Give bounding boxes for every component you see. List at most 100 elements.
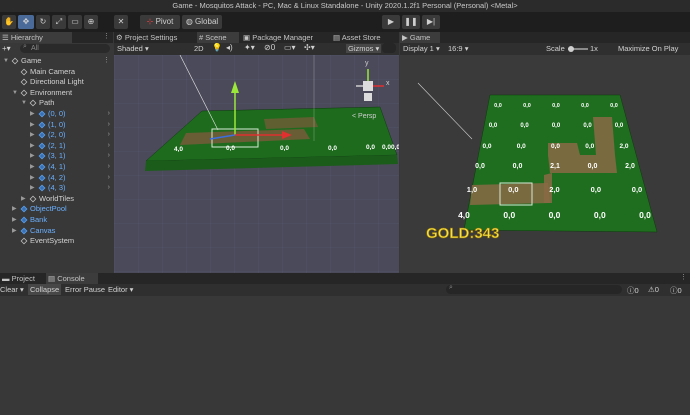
shading-mode-dropdown[interactable]: Shaded ▾ bbox=[117, 44, 149, 53]
hierarchy-item[interactable]: ▶ (4, 1) › bbox=[0, 162, 113, 172]
tab-scene[interactable]: # Scene bbox=[197, 32, 239, 43]
scene-menu-icon[interactable]: ⋮ bbox=[103, 56, 110, 66]
scale-slider-thumb[interactable] bbox=[568, 46, 574, 52]
game-viewport[interactable]: 0,0 0,0 0,0 0,0 0,0 0,0 0,0 0,0 0,0 0,0 0,0 0,0 0,0 0… bbox=[400, 55, 690, 273]
hierarchy-item[interactable]: ▼ Environment bbox=[0, 88, 113, 98]
maximize-on-play-toggle[interactable]: Maximize On Play bbox=[618, 44, 678, 53]
tab-game[interactable]: ▶ Game bbox=[400, 32, 440, 43]
collapse-arrow-icon[interactable]: ▶ bbox=[30, 151, 35, 161]
prefab-open-icon[interactable]: › bbox=[108, 162, 110, 172]
pause-button[interactable]: ❚❚ bbox=[402, 15, 420, 29]
collapse-arrow-icon[interactable]: ▶ bbox=[12, 226, 17, 236]
console-log-area[interactable] bbox=[0, 296, 690, 415]
expand-arrow-icon[interactable]: ▼ bbox=[12, 88, 18, 98]
collapse-arrow-icon[interactable]: ▶ bbox=[12, 204, 17, 214]
scale-tool-button[interactable]: ⤢ bbox=[52, 15, 66, 29]
scene-search-field[interactable] bbox=[382, 43, 396, 53]
prefab-open-icon[interactable]: › bbox=[108, 151, 110, 161]
step-button[interactable]: ▶| bbox=[422, 15, 440, 29]
hierarchy-item[interactable]: Directional Light bbox=[0, 77, 113, 87]
error-count-toggle[interactable]: ⓘ0 bbox=[670, 285, 682, 296]
tab-console[interactable]: ▤ Console bbox=[46, 273, 98, 284]
prefab-cube-icon bbox=[38, 152, 46, 160]
hierarchy-item[interactable]: ▶ Bank bbox=[0, 215, 113, 225]
game-tile-label: 0,0 bbox=[610, 103, 618, 109]
prefab-open-icon[interactable]: › bbox=[108, 120, 110, 130]
hierarchy-item[interactable]: ▼ Game ⋮ bbox=[0, 56, 113, 66]
tab-project[interactable]: ▬ Project bbox=[0, 273, 46, 284]
collapse-toggle[interactable]: Collapse bbox=[28, 284, 62, 295]
hierarchy-item[interactable]: ▶ (0, 0) › bbox=[0, 109, 113, 119]
hierarchy-item[interactable]: ▶ (4, 2) › bbox=[0, 173, 113, 183]
custom-tool-button[interactable]: ✕ bbox=[114, 15, 128, 29]
hierarchy-item[interactable]: EventSystem bbox=[0, 236, 113, 246]
prefab-cube-icon bbox=[38, 142, 46, 150]
rect-tool-button[interactable]: ▭ bbox=[68, 15, 82, 29]
collapse-arrow-icon[interactable]: ▶ bbox=[30, 162, 35, 172]
hand-tool-button[interactable]: ✋ bbox=[2, 15, 16, 29]
prefab-open-icon[interactable]: › bbox=[108, 130, 110, 140]
hierarchy-item-label: (0, 0) bbox=[48, 109, 66, 118]
bottom-panel: ▬ Project ▤ Console ⋮ Clear ▾ Collapse E… bbox=[0, 273, 690, 415]
panel-menu-icon[interactable]: ⋮ bbox=[680, 273, 687, 281]
hierarchy-item-label: (4, 2) bbox=[48, 172, 66, 182]
collapse-arrow-icon[interactable]: ▶ bbox=[21, 194, 26, 204]
hierarchy-item[interactable]: ▶ (2, 0) › bbox=[0, 130, 113, 140]
error-pause-toggle[interactable]: Error Pause bbox=[65, 285, 105, 294]
tab-asset-store[interactable]: ▤ Asset Store bbox=[331, 32, 393, 43]
hierarchy-item[interactable]: ▶ (4, 3) › bbox=[0, 183, 113, 193]
create-button[interactable]: +▾ bbox=[2, 44, 18, 53]
warning-count-toggle[interactable]: ⚠0 bbox=[648, 285, 659, 294]
console-search-field[interactable]: ⌕ bbox=[446, 284, 622, 294]
move-tool-button[interactable]: ✥ bbox=[18, 15, 34, 29]
effects-icon[interactable]: ✦▾ bbox=[244, 43, 255, 52]
aspect-dropdown[interactable]: 16:9 ▾ bbox=[448, 44, 468, 53]
hierarchy-item[interactable]: ▼ Path bbox=[0, 98, 113, 108]
transform-tool-button[interactable]: ⊕ bbox=[84, 15, 98, 29]
tools-icon[interactable]: ✣▾ bbox=[304, 43, 315, 52]
hierarchy-item[interactable]: ▶ (2, 1) › bbox=[0, 141, 113, 151]
hierarchy-item[interactable]: ▶ Canvas bbox=[0, 226, 113, 236]
rotate-tool-button[interactable]: ↻ bbox=[36, 15, 50, 29]
prefab-open-icon[interactable]: › bbox=[108, 109, 110, 119]
panel-menu-icon[interactable]: ⋮ bbox=[103, 32, 110, 40]
info-count-toggle[interactable]: ⓘ0 bbox=[627, 285, 639, 296]
persp-label[interactable]: < Persp bbox=[352, 113, 376, 120]
lighting-icon[interactable]: 💡 bbox=[212, 43, 222, 52]
hierarchy-item[interactable]: ▶ (1, 0) › bbox=[0, 120, 113, 130]
collapse-arrow-icon[interactable]: ▶ bbox=[30, 183, 35, 193]
gear-icon: ⚙ bbox=[116, 33, 123, 42]
global-toggle[interactable]: ◍ Global bbox=[182, 15, 222, 29]
editor-dropdown[interactable]: Editor ▾ bbox=[108, 285, 133, 294]
hierarchy-item[interactable]: ▶ WorldTiles bbox=[0, 194, 113, 204]
clear-button[interactable]: Clear ▾ bbox=[0, 285, 24, 294]
prefab-open-icon[interactable]: › bbox=[108, 183, 110, 193]
tab-package-manager[interactable]: ▣ Package Manager bbox=[241, 32, 323, 43]
play-button[interactable]: ▶ bbox=[382, 15, 400, 29]
gizmos-dropdown[interactable]: Gizmos ▾ bbox=[346, 44, 382, 53]
expand-arrow-icon[interactable]: ▼ bbox=[3, 56, 9, 66]
hidden-objects-icon[interactable]: ⊘0 bbox=[264, 43, 275, 52]
prefab-open-icon[interactable]: › bbox=[108, 141, 110, 151]
scene-viewport[interactable]: y x < Persp 4,0 0,0 0,0 0,0 0,0 0,0 0,0 bbox=[114, 55, 399, 273]
2d-toggle[interactable]: 2D bbox=[194, 44, 204, 53]
tab-project-settings[interactable]: ⚙ Project Settings bbox=[114, 32, 188, 43]
collapse-arrow-icon[interactable]: ▶ bbox=[30, 109, 35, 119]
collapse-arrow-icon[interactable]: ▶ bbox=[12, 215, 17, 225]
hierarchy-item[interactable]: Main Camera bbox=[0, 67, 113, 77]
hierarchy-item[interactable]: ▶ (3, 1) › bbox=[0, 151, 113, 161]
hierarchy-search-field[interactable]: ⌕ All bbox=[20, 43, 110, 53]
display-dropdown[interactable]: Display 1 ▾ bbox=[403, 44, 440, 53]
audio-icon[interactable]: ◂) bbox=[226, 43, 233, 52]
collapse-arrow-icon[interactable]: ▶ bbox=[30, 130, 35, 140]
collapse-arrow-icon[interactable]: ▶ bbox=[30, 173, 35, 183]
collapse-arrow-icon[interactable]: ▶ bbox=[30, 141, 35, 151]
hierarchy-item[interactable]: ▶ ObjectPool bbox=[0, 204, 113, 214]
camera-icon[interactable]: ▭▾ bbox=[284, 43, 296, 52]
tab-hierarchy[interactable]: ☰ Hierarchy bbox=[0, 32, 72, 43]
prefab-open-icon[interactable]: › bbox=[108, 173, 110, 183]
expand-arrow-icon[interactable]: ▼ bbox=[21, 98, 27, 108]
gameobject-cube-icon bbox=[20, 78, 28, 86]
collapse-arrow-icon[interactable]: ▶ bbox=[30, 120, 35, 130]
pivot-toggle[interactable]: ⊹ Pivot bbox=[140, 15, 180, 29]
